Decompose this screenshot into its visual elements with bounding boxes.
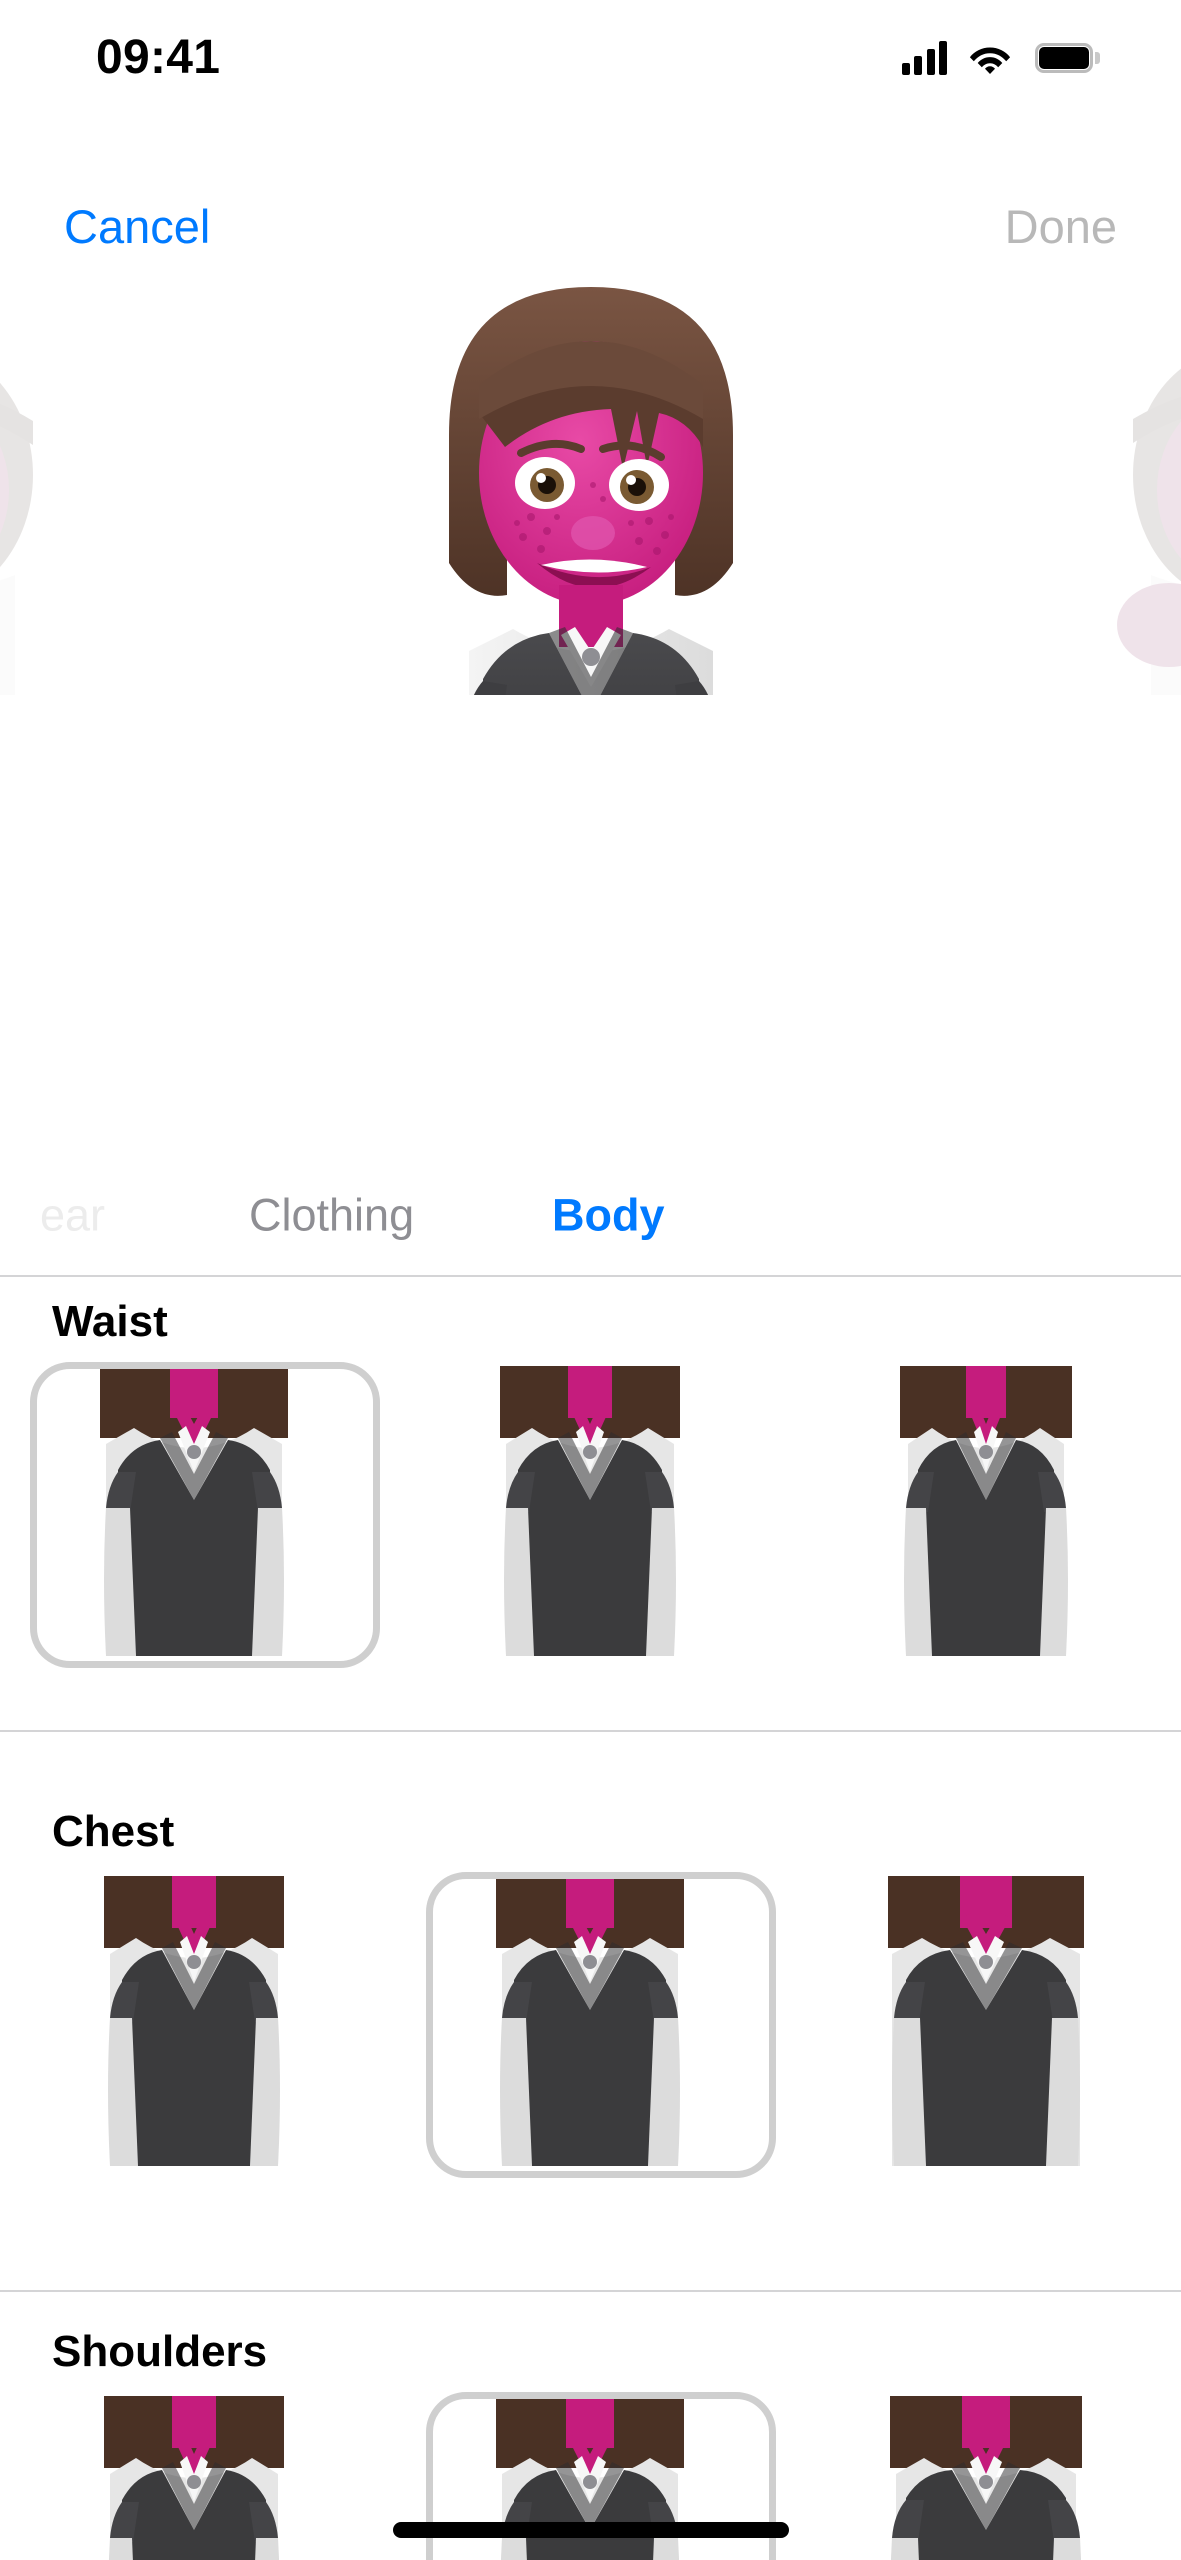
cellular-bars-icon (901, 40, 947, 75)
navigation-bar: Cancel Done (0, 180, 1181, 272)
chest-options-row (0, 1868, 1181, 2178)
done-button[interactable]: Done (999, 199, 1123, 254)
chest-thumbnail-1 (74, 1876, 314, 2166)
section-title-shoulders: Shoulders (52, 2327, 268, 2376)
chest-option-3[interactable] (800, 1868, 1172, 2168)
memoji-editor-screen: 09:41 Cancel Done ear Clothing Body Wais… (0, 0, 1181, 2560)
waist-section-divider (0, 1730, 1181, 1732)
waist-thumbnail-1 (74, 1366, 314, 1656)
battery-full-icon (1035, 42, 1100, 73)
avatar-preview-next[interactable] (1091, 325, 1181, 695)
section-title-waist: Waist (52, 1297, 168, 1346)
shoulders-option-1[interactable] (8, 2388, 380, 2560)
waist-option-2[interactable] (404, 1358, 776, 1658)
waist-thumbnail-3 (866, 1366, 1106, 1656)
shoulders-thumbnail-1 (74, 2396, 314, 2560)
waist-option-3[interactable] (800, 1358, 1172, 1658)
chest-option-1[interactable] (8, 1868, 380, 2168)
home-indicator[interactable] (392, 2522, 789, 2538)
section-title-chest: Chest (52, 1807, 175, 1856)
tab-clothing[interactable]: Clothing (245, 1183, 418, 1248)
chest-option-2[interactable] (404, 1868, 776, 2178)
avatar-preview-current[interactable] (331, 285, 851, 695)
avatar-preview-previous[interactable] (0, 325, 90, 695)
shoulders-thumbnail-3 (866, 2396, 1106, 2560)
chest-thumbnail-2 (470, 1876, 710, 2166)
chest-section-divider (0, 2290, 1181, 2292)
tab-body[interactable]: Body (548, 1183, 669, 1248)
wifi-icon (969, 42, 1011, 74)
status-icons (901, 40, 1100, 75)
avatar-preview-carousel[interactable] (0, 285, 1181, 695)
chest-thumbnail-3 (866, 1876, 1106, 2166)
status-time: 09:41 (96, 30, 221, 84)
shoulders-option-3[interactable] (800, 2388, 1172, 2560)
waist-option-1[interactable] (8, 1358, 380, 1668)
status-bar: 09:41 (0, 0, 1181, 115)
cancel-button[interactable]: Cancel (58, 199, 216, 254)
waist-options-row (0, 1358, 1181, 1668)
category-tab-bar: ear Clothing Body (0, 1155, 1181, 1275)
waist-thumbnail-2 (470, 1366, 710, 1656)
tab-headwear[interactable]: ear (36, 1183, 109, 1248)
tab-bar-divider (0, 1275, 1181, 1277)
